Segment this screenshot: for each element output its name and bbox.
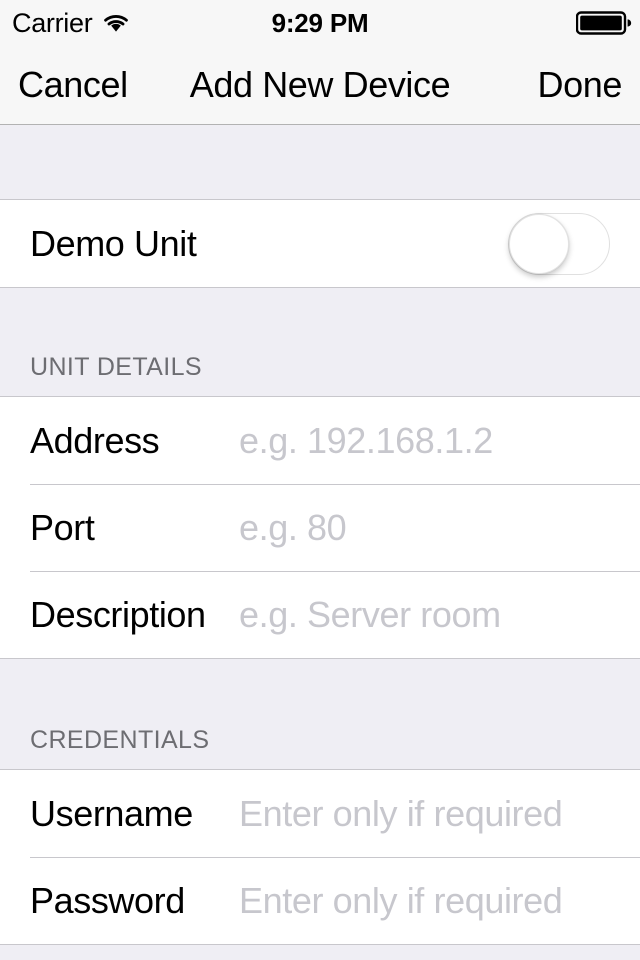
form-table: Demo Unit UNIT DETAILS Address Port Desc… — [0, 126, 640, 960]
unit-details-group: Address Port Description — [0, 396, 640, 659]
port-label: Port — [30, 506, 95, 548]
done-button[interactable]: Done — [538, 46, 623, 124]
section-header-credentials: CREDENTIALS — [0, 659, 640, 769]
description-label: Description — [30, 593, 206, 635]
address-label: Address — [30, 419, 160, 461]
username-input[interactable] — [239, 792, 620, 835]
toggle-knob — [509, 213, 569, 274]
password-input[interactable] — [239, 879, 620, 922]
demo-unit-label: Demo Unit — [30, 222, 197, 264]
status-bar-clock: 9:29 PM — [271, 7, 369, 38]
top-spacer — [0, 126, 640, 199]
status-bar-right — [576, 0, 632, 46]
credentials-group: Username Password — [0, 769, 640, 945]
description-input[interactable] — [239, 593, 620, 636]
row-username[interactable]: Username — [0, 770, 640, 857]
username-label: Username — [30, 792, 193, 834]
demo-unit-group: Demo Unit — [0, 199, 640, 288]
port-input[interactable] — [239, 506, 620, 549]
password-label: Password — [30, 879, 185, 921]
battery-full-icon — [576, 11, 632, 35]
demo-unit-toggle[interactable] — [508, 212, 610, 275]
row-address[interactable]: Address — [0, 397, 640, 484]
address-input[interactable] — [239, 419, 620, 462]
row-port[interactable]: Port — [0, 484, 640, 571]
bottom-spacer — [0, 945, 640, 960]
screen: Carrier 9:29 PM Cancel Add New Device Do… — [0, 0, 640, 960]
row-demo-unit[interactable]: Demo Unit — [0, 200, 640, 287]
row-description[interactable]: Description — [0, 571, 640, 658]
status-bar: Carrier 9:29 PM — [0, 0, 640, 46]
section-header-unit-details: UNIT DETAILS — [0, 288, 640, 396]
row-password[interactable]: Password — [0, 857, 640, 944]
navigation-bar: Cancel Add New Device Done — [0, 46, 640, 125]
